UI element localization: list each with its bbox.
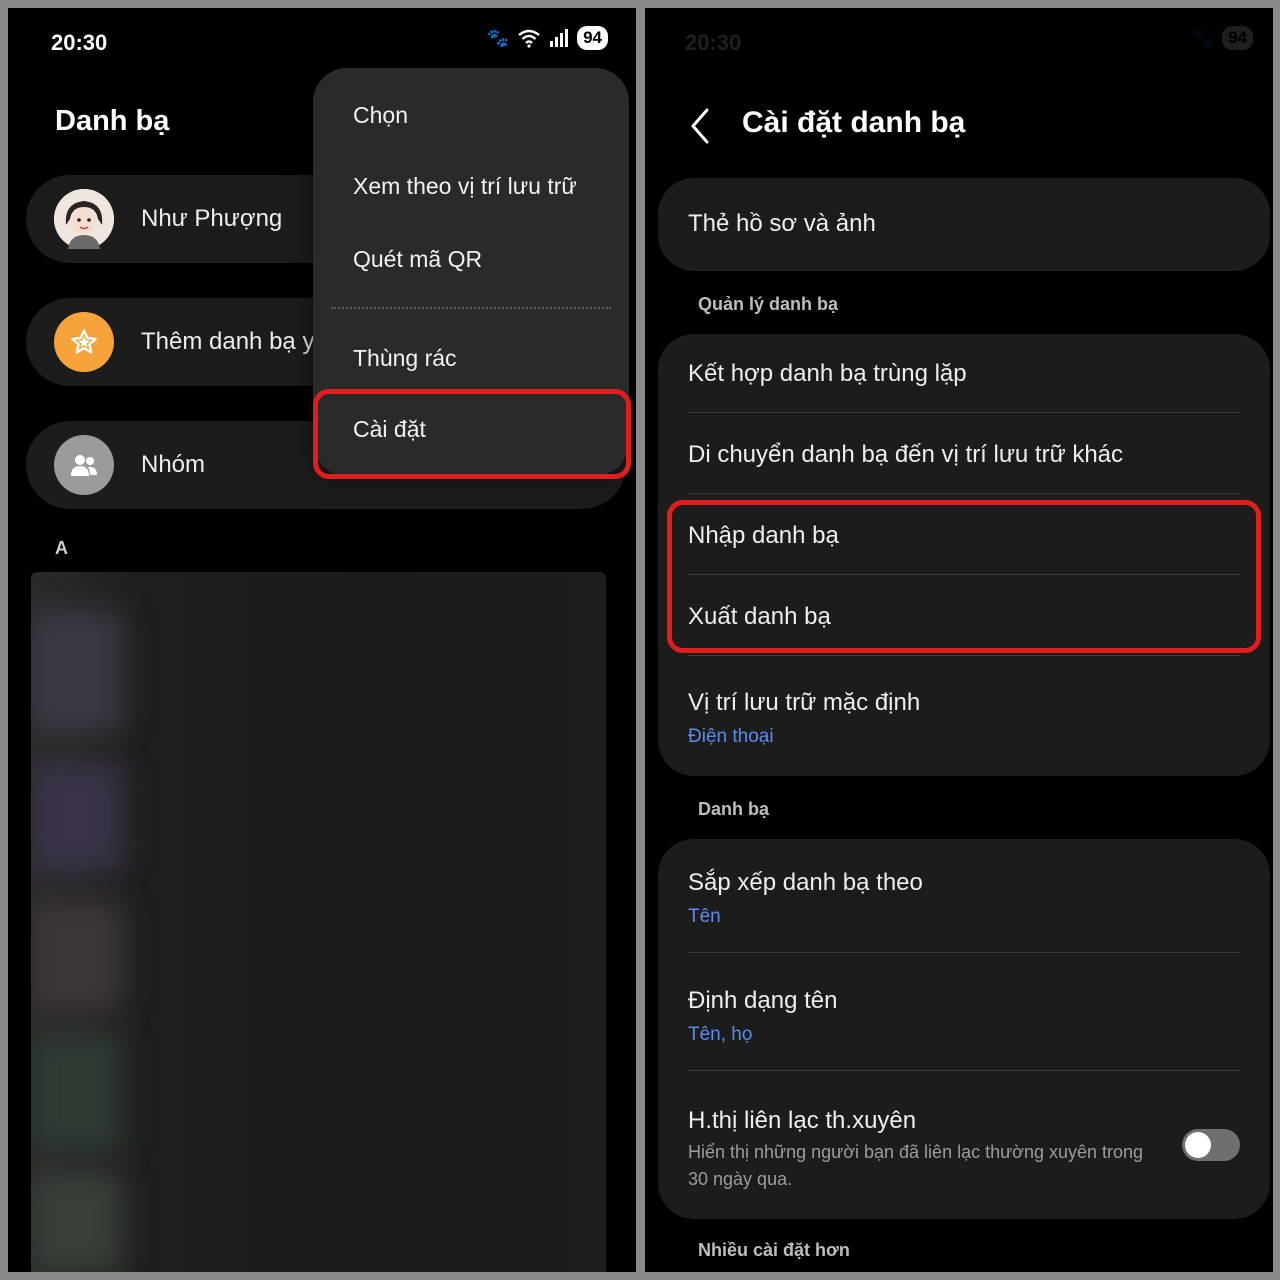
contacts-settings-card: Sắp xếp danh bạ theo Tên Định dạng tên T…: [658, 839, 1270, 1219]
default-storage-value: Điện thoại: [688, 726, 774, 747]
frequent-contacts-description: Hiển thị những người bạn đã liên lạc thư…: [688, 1142, 1144, 1189]
blurred-contact-list[interactable]: [31, 572, 606, 1272]
signal-icon: [550, 29, 569, 47]
profile-name: Như Phượng: [141, 205, 283, 232]
import-contacts-row[interactable]: Nhập danh bạ: [688, 522, 839, 550]
back-arrow-icon[interactable]: [685, 106, 717, 146]
contacts-screen: 20:30 🐾 94 Danh bạ Như Phượng Thêm danh …: [8, 8, 636, 1272]
row-divider: [688, 1070, 1240, 1071]
contacts-section-header: Danh bạ: [698, 799, 770, 819]
section-letter: A: [55, 538, 68, 558]
groups-icon: [54, 435, 114, 495]
paw-icon: 🐾: [1191, 27, 1215, 48]
page-title: Danh bạ: [55, 105, 170, 137]
status-bar-icons: 🐾 94: [487, 26, 608, 50]
groups-label: Nhóm: [141, 451, 206, 478]
row-divider: [688, 655, 1240, 656]
default-storage-row[interactable]: Vị trí lưu trữ mặc định: [688, 689, 920, 717]
status-time: 20:30: [685, 30, 742, 55]
row-divider: [688, 412, 1240, 413]
row-divider: [688, 952, 1240, 953]
battery-indicator: 94: [577, 26, 608, 50]
menu-item-select[interactable]: Chọn: [353, 102, 408, 129]
contacts-settings-screen: 20:30 🐾 94 Cài đặt danh bạ Thẻ hồ sơ và …: [645, 8, 1273, 1272]
more-settings-header: Nhiều cài đặt hơn: [698, 1240, 850, 1260]
toggle-knob: [1185, 1132, 1211, 1158]
row-divider: [688, 493, 1240, 494]
overflow-menu: Chọn Xem theo vị trí lưu trữ Quét mã QR …: [313, 68, 629, 476]
manage-contacts-card: Kết hợp danh bạ trùng lặp Di chuyển danh…: [658, 334, 1270, 776]
frequent-contacts-title: H.thị liên lạc th.xuyên: [688, 1107, 917, 1134]
star-icon: [54, 312, 114, 372]
wifi-icon: [518, 29, 540, 48]
sort-by-row[interactable]: Sắp xếp danh bạ theo: [688, 869, 923, 897]
menu-item-scan-qr[interactable]: Quét mã QR: [353, 246, 482, 273]
paw-icon: 🐾: [486, 27, 510, 48]
page-title: Cài đặt danh bạ: [742, 106, 966, 139]
manage-section-header: Quản lý danh bạ: [698, 294, 839, 314]
status-time: 20:30: [51, 30, 108, 55]
menu-divider: [331, 307, 611, 309]
status-bar-icons: 🐾 94: [1192, 26, 1253, 50]
frequent-contacts-toggle[interactable]: [1182, 1129, 1240, 1161]
row-divider: [688, 574, 1240, 575]
name-format-value: Tên, họ: [688, 1024, 753, 1045]
export-contacts-row[interactable]: Xuất danh bạ: [688, 603, 831, 631]
menu-item-view-by-storage[interactable]: Xem theo vị trí lưu trữ: [353, 173, 577, 200]
favorites-label: Thêm danh bạ y: [141, 328, 315, 355]
menu-item-settings[interactable]: Cài đặt: [353, 416, 426, 443]
merge-duplicates-row[interactable]: Kết hợp danh bạ trùng lặp: [688, 360, 967, 388]
name-format-row[interactable]: Định dạng tên: [688, 987, 837, 1015]
profile-card-row[interactable]: Thẻ hồ sơ và ảnh: [658, 178, 1270, 271]
menu-item-trash[interactable]: Thùng rác: [353, 345, 457, 372]
sort-by-value: Tên: [688, 906, 721, 927]
profile-avatar: [54, 189, 114, 249]
battery-indicator: 94: [1222, 26, 1253, 50]
move-contacts-row[interactable]: Di chuyển danh bạ đến vị trí lưu trữ khá…: [688, 441, 1123, 469]
profile-card-title: Thẻ hồ sơ và ảnh: [688, 210, 876, 237]
